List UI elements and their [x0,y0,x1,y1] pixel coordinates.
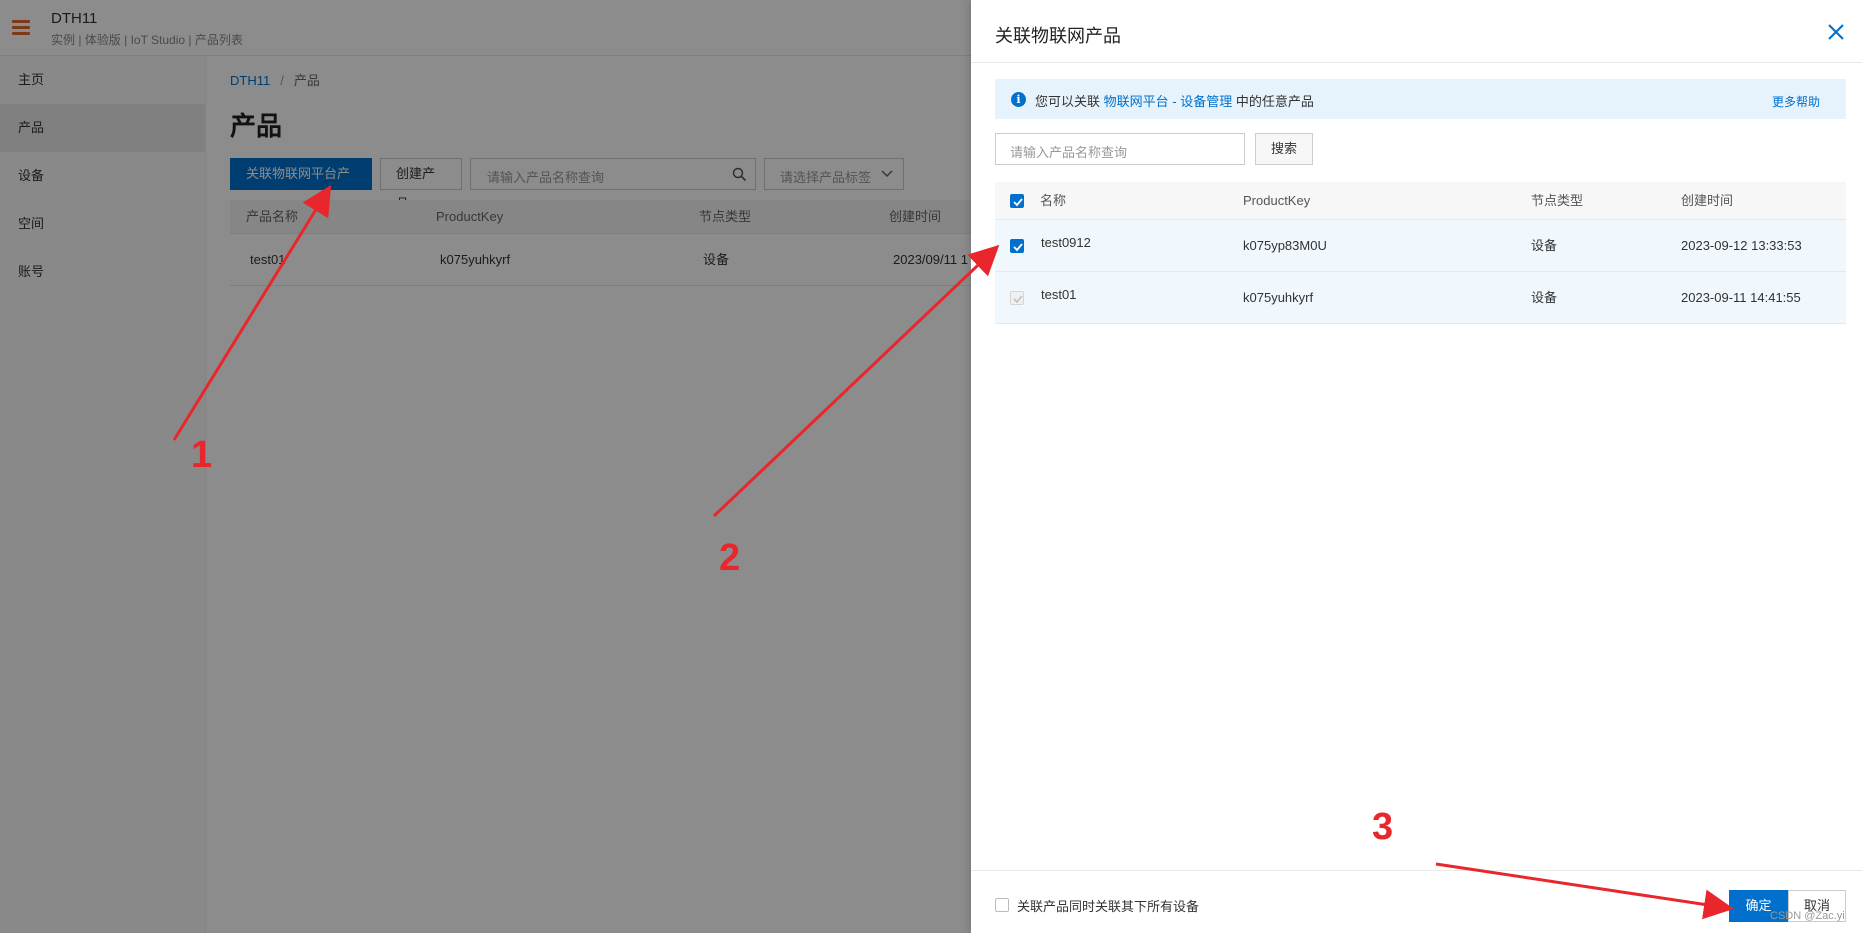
table-row[interactable]: test0912 k075yp83M0U 设备 2023-09-12 13:33… [995,220,1846,272]
info-prefix: 您可以关联 [1035,94,1101,109]
row-node-type: 设备 [1531,238,1558,253]
column-header-created-time: 创建时间 [1681,193,1734,208]
row-created-time: 2023-09-12 13:33:53 [1681,238,1802,253]
watermark: CSDN @Zac.yi [1770,910,1845,922]
annotation-number-2: 2 [719,537,741,579]
close-icon[interactable] [1824,20,1848,44]
annotation-number-3: 3 [1372,806,1394,848]
row-node-type: 设备 [1531,290,1558,305]
drawer-search-input[interactable]: 请输入产品名称查询 [995,133,1245,165]
more-help-link[interactable]: 更多帮助 [1772,93,1820,110]
drawer-table-header: 名称 ProductKey 节点类型 创建时间 [995,182,1846,220]
column-header-node-type: 节点类型 [1531,193,1584,208]
info-icon: i [1011,92,1026,107]
link-all-devices-checkbox[interactable] [995,898,1009,912]
drawer-search-placeholder: 请输入产品名称查询 [1010,145,1128,160]
drawer-product-table: 名称 ProductKey 节点类型 创建时间 test0912 k075yp8… [995,182,1846,324]
column-header-productkey: ProductKey [1243,193,1311,208]
iot-platform-link[interactable]: 物联网平台 - 设备管理 [1104,94,1233,109]
info-text: 您可以关联 物联网平台 - 设备管理 中的任意产品 [1035,91,1314,110]
link-product-drawer: 关联物联网产品 i 您可以关联 物联网平台 - 设备管理 中的任意产品 更多帮助… [971,0,1862,933]
row-checkbox[interactable] [1010,239,1024,253]
table-row: test01 k075yuhkyrf 设备 2023-09-11 14:41:5… [995,272,1846,324]
info-banner: i 您可以关联 物联网平台 - 设备管理 中的任意产品 更多帮助 [995,79,1846,119]
annotation-number-1: 1 [191,434,213,476]
info-suffix: 中的任意产品 [1235,94,1314,109]
drawer-backdrop[interactable] [0,0,971,933]
row-productkey: k075yuhkyrf [1243,290,1314,305]
drawer-footer: 关联产品同时关联其下所有设备 确定 取消 [971,870,1862,933]
column-header-name: 名称 [1040,193,1067,208]
select-all-checkbox[interactable] [1010,194,1024,208]
row-name: test01 [1041,287,1077,302]
drawer-header: 关联物联网产品 [971,0,1862,63]
link-all-devices-label: 关联产品同时关联其下所有设备 [1017,899,1200,914]
row-created-time: 2023-09-11 14:41:55 [1681,290,1801,305]
row-name: test0912 [1041,235,1091,250]
row-productkey: k075yp83M0U [1243,238,1327,253]
row-checkbox-disabled [1010,291,1024,305]
drawer-title: 关联物联网产品 [995,26,1121,46]
search-button[interactable]: 搜索 [1255,133,1313,165]
